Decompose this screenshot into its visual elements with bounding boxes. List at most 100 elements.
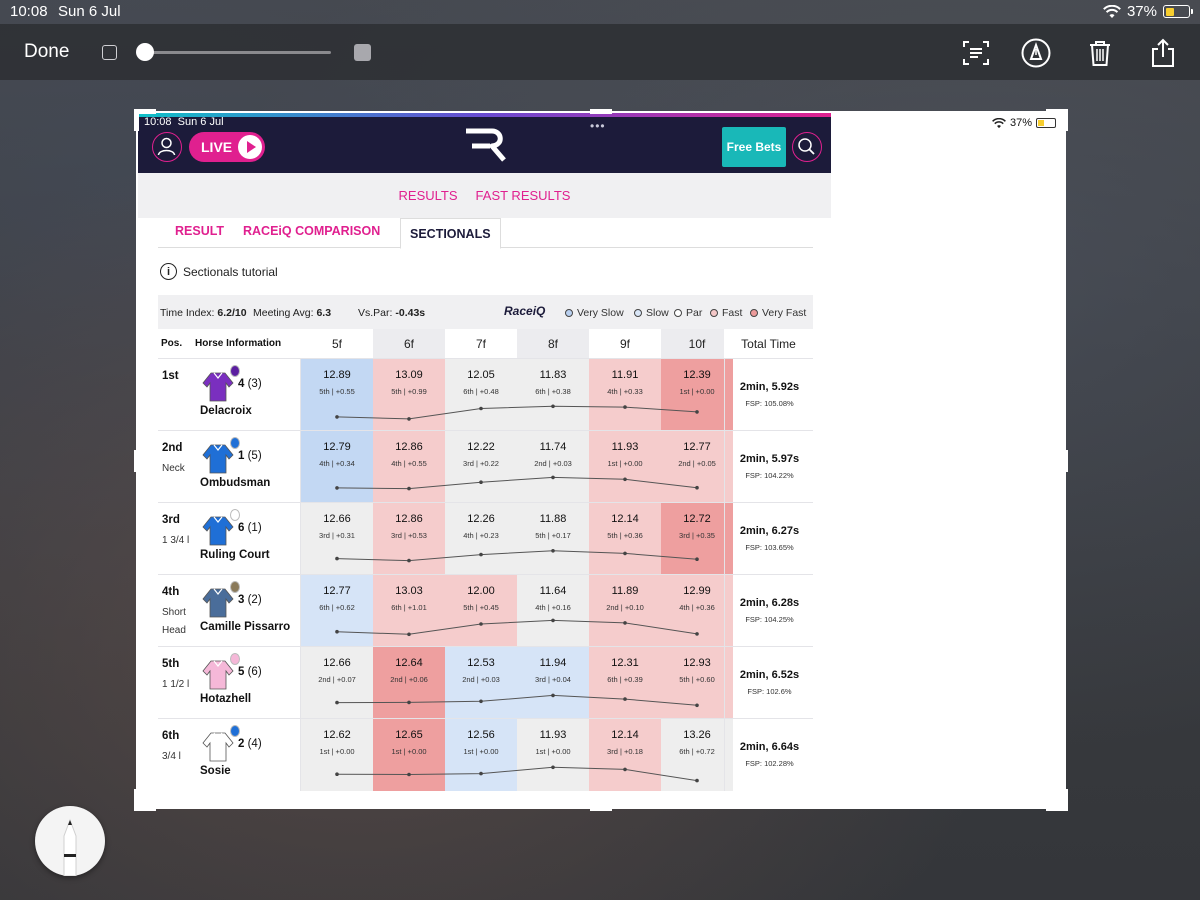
trend-point [551, 693, 555, 698]
raceiq-logo: RaceiQ [504, 304, 546, 318]
trend-point [335, 629, 339, 634]
brand-logo[interactable] [464, 127, 506, 163]
finishing-speed-pct: FSP: 102.6% [747, 687, 792, 696]
total-time-cell: 2min, 6.28s FSP: 104.25% [724, 575, 813, 647]
inner-battery-percent: 37% [1009, 117, 1032, 129]
trend-polyline [336, 476, 698, 490]
pace-trend-line [335, 618, 699, 637]
horse-info: 5th 1 1/2 l 5 (6) Hotazhell [158, 647, 301, 719]
trend-point [479, 480, 483, 484]
total-time-cell: 2min, 5.92s FSP: 105.08% [724, 359, 813, 431]
crop-handle-bl-v[interactable] [134, 789, 139, 811]
pencil-tool-button[interactable] [35, 806, 105, 877]
tab-raceiq-comparison[interactable]: RACEiQ COMPARISON [243, 224, 380, 238]
live-button[interactable]: LIVE [189, 132, 265, 162]
table-row: 4th Short Head 3 (2) Camille Pissarro 12.77 6t… [158, 574, 813, 647]
tab-result[interactable]: RESULT [175, 224, 224, 238]
account-icon[interactable] [152, 132, 182, 162]
table-row: 6th 3/4 l2 (4) Sosie 12.62 1st | +0.00 12.65 1… [158, 718, 813, 791]
pace-trend-line [335, 404, 699, 421]
crop-handle-left[interactable] [134, 450, 139, 472]
crop-handle-tl-v[interactable] [134, 109, 139, 131]
opacity-min-icon [102, 45, 117, 60]
markup-toolbar: Done [0, 24, 1200, 80]
horse-name[interactable]: Ombudsman [200, 477, 270, 489]
fast-results-link[interactable]: FAST RESULTS [476, 188, 571, 203]
total-time-cell: 2min, 5.97s FSP: 104.22% [724, 431, 813, 503]
beaten-distance: Neck [162, 463, 185, 474]
trend-point [551, 549, 555, 553]
trend-point [623, 697, 627, 701]
ios-status-bar: 10:08 Sun 6 Jul 37% [0, 0, 1200, 24]
trend-point [407, 417, 411, 421]
opacity-slider-knob[interactable] [136, 43, 154, 61]
horse-name[interactable]: Delacroix [200, 405, 252, 417]
crop-handle-bottom[interactable] [590, 806, 612, 811]
jockey-silks-icon [202, 516, 234, 546]
col-9f: 9f [589, 329, 661, 358]
horse-info: 2nd Neck 1 (5) Ombudsman [158, 431, 301, 503]
opacity-slider-track[interactable] [145, 51, 331, 54]
screenshot-canvas: 10:08 Sun 6 Jul ••• LIVE Free Bets 37% R… [138, 113, 1064, 807]
search-icon[interactable] [792, 132, 822, 162]
battery-percent: 37% [1126, 3, 1157, 20]
trend-point [479, 552, 483, 557]
trend-point [407, 558, 411, 563]
legend-par: Par [674, 307, 702, 319]
finish-position: 1st [162, 370, 179, 382]
legend-fast: Fast [710, 307, 742, 319]
col-7f: 7f [445, 329, 517, 358]
opacity-max-icon [354, 44, 371, 61]
trend-point [407, 486, 411, 491]
trend-polyline [336, 405, 698, 420]
saddle-cloth-and-draw: 6 (1) [238, 522, 262, 534]
horse-name[interactable]: Camille Pissarro [200, 621, 290, 633]
trend-point [551, 765, 555, 770]
pace-trend-line [335, 549, 699, 563]
col-pos: Pos. [161, 338, 183, 349]
horse-name[interactable]: Hotazhell [200, 693, 251, 705]
trend-point [551, 618, 555, 623]
jockey-silks-icon [202, 660, 234, 690]
done-button[interactable]: Done [24, 41, 69, 63]
finish-position: 4th [162, 586, 180, 598]
finishing-speed-pct: FSP: 102.28% [745, 759, 794, 768]
jockey-silks-icon [202, 732, 234, 762]
horse-info: 1st 4 (3) Delacroix [158, 359, 301, 431]
total-time: 2min, 6.52s [739, 669, 800, 681]
text-recognition-icon[interactable] [961, 38, 991, 68]
trend-point [551, 475, 555, 480]
total-time: 2min, 6.64s [739, 741, 800, 753]
finish-position: 3rd [162, 514, 180, 526]
results-sub-nav: RESULTS FAST RESULTS [138, 173, 831, 218]
col-5f: 5f [301, 329, 373, 358]
markup-pen-icon[interactable] [1021, 38, 1051, 68]
share-icon[interactable] [1148, 38, 1178, 68]
free-bets-button[interactable]: Free Bets [722, 127, 786, 167]
horse-name[interactable]: Ruling Court [200, 549, 270, 561]
tab-sectionals[interactable]: SECTIONALS [400, 218, 501, 249]
results-link[interactable]: RESULTS [399, 188, 458, 203]
crop-handle-top[interactable] [590, 109, 612, 114]
finish-position: 2nd [162, 442, 183, 454]
legend-very-slow: Very Slow [565, 307, 624, 319]
vs-par: Vs.Par: -0.43s [358, 307, 426, 319]
horse-name[interactable]: Sosie [200, 765, 231, 777]
trend-polyline [336, 619, 698, 635]
crop-handle-right[interactable] [1063, 450, 1068, 472]
trash-icon[interactable] [1085, 38, 1115, 68]
col-6f: 6f [373, 329, 445, 358]
col-8f: 8f [517, 329, 589, 358]
inner-status-time: 10:08 Sun 6 Jul [144, 116, 224, 128]
crop-handle-br-v[interactable] [1063, 789, 1068, 811]
trend-point [335, 556, 339, 561]
sectionals-tutorial-link[interactable]: i Sectionals tutorial [160, 263, 278, 280]
beaten-distance: 1 1/2 l [162, 679, 190, 690]
trend-point [407, 632, 411, 637]
trend-point [695, 410, 699, 414]
race-meta-bar: Time Index: 6.2/10 Meeting Avg: 6.3 Vs.P… [158, 295, 813, 329]
pace-trend-line [335, 475, 699, 491]
horse-info: 4th Short Head 3 (2) Camille Pissarro [158, 575, 301, 647]
crop-handle-tr-v[interactable] [1063, 109, 1068, 131]
trend-point [623, 767, 627, 772]
